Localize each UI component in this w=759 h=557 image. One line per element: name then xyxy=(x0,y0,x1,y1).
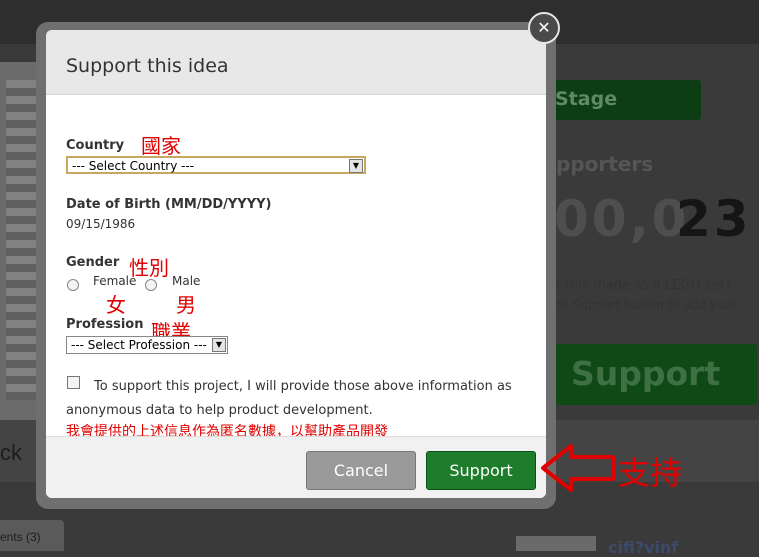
dialog-header: Support this idea xyxy=(46,30,546,95)
gender-label: Gender xyxy=(66,255,120,270)
callout-arrow-icon xyxy=(541,444,615,492)
stage-button-label: Stage xyxy=(555,88,618,110)
country-select-value: --- Select Country --- xyxy=(72,159,195,173)
support-dialog: Support this idea Country 國家 --- Select … xyxy=(46,30,546,498)
profession-select[interactable]: --- Select Profession --- ▼ xyxy=(66,336,228,354)
comments-tab-label: ents (3) xyxy=(0,530,41,544)
close-icon[interactable]: ✕ xyxy=(528,12,560,44)
gender-male-label: Male xyxy=(172,274,201,288)
cancel-button[interactable]: Cancel xyxy=(306,451,416,490)
chevron-down-icon: ▼ xyxy=(212,338,226,352)
callout-label: 支持 xyxy=(618,454,683,492)
female-annotation: 女 xyxy=(106,293,126,317)
gender-female-label: Female xyxy=(93,274,137,288)
consent-text: To support this project, I will provide … xyxy=(66,379,512,418)
country-select[interactable]: --- Select Country --- ▼ xyxy=(66,156,366,174)
supporter-count: 23 xyxy=(676,190,752,248)
profession-select-value: --- Select Profession --- xyxy=(71,338,207,352)
chevron-down-icon: ▼ xyxy=(349,159,363,173)
country-label: Country xyxy=(66,138,125,153)
background-thumbnail xyxy=(516,536,596,551)
profession-label: Profession xyxy=(66,317,144,332)
dob-label: Date of Birth (MM/DD/YYYY) xyxy=(66,197,272,212)
supporter-count-dim: 00,0 xyxy=(554,190,690,248)
gender-female-radio[interactable] xyxy=(67,279,79,291)
support-button[interactable]: Support xyxy=(426,451,536,490)
lego-question: t this made as a LEGO set? xyxy=(556,278,732,293)
male-annotation: 男 xyxy=(176,293,196,317)
gender-male-radio[interactable] xyxy=(145,279,157,291)
background-bottom-text: cifi?vinf xyxy=(608,538,679,557)
country-annotation: 國家 xyxy=(141,134,181,158)
lego-hint: he Support button to add your xyxy=(554,298,737,312)
background-left-text: ck xyxy=(0,440,22,465)
background-image-detail xyxy=(6,80,38,400)
dob-value: 09/15/1986 xyxy=(66,217,136,231)
supporters-label: pporters xyxy=(556,152,654,176)
dialog-title: Support this idea xyxy=(66,55,229,77)
background-support-label: Support xyxy=(571,354,721,393)
